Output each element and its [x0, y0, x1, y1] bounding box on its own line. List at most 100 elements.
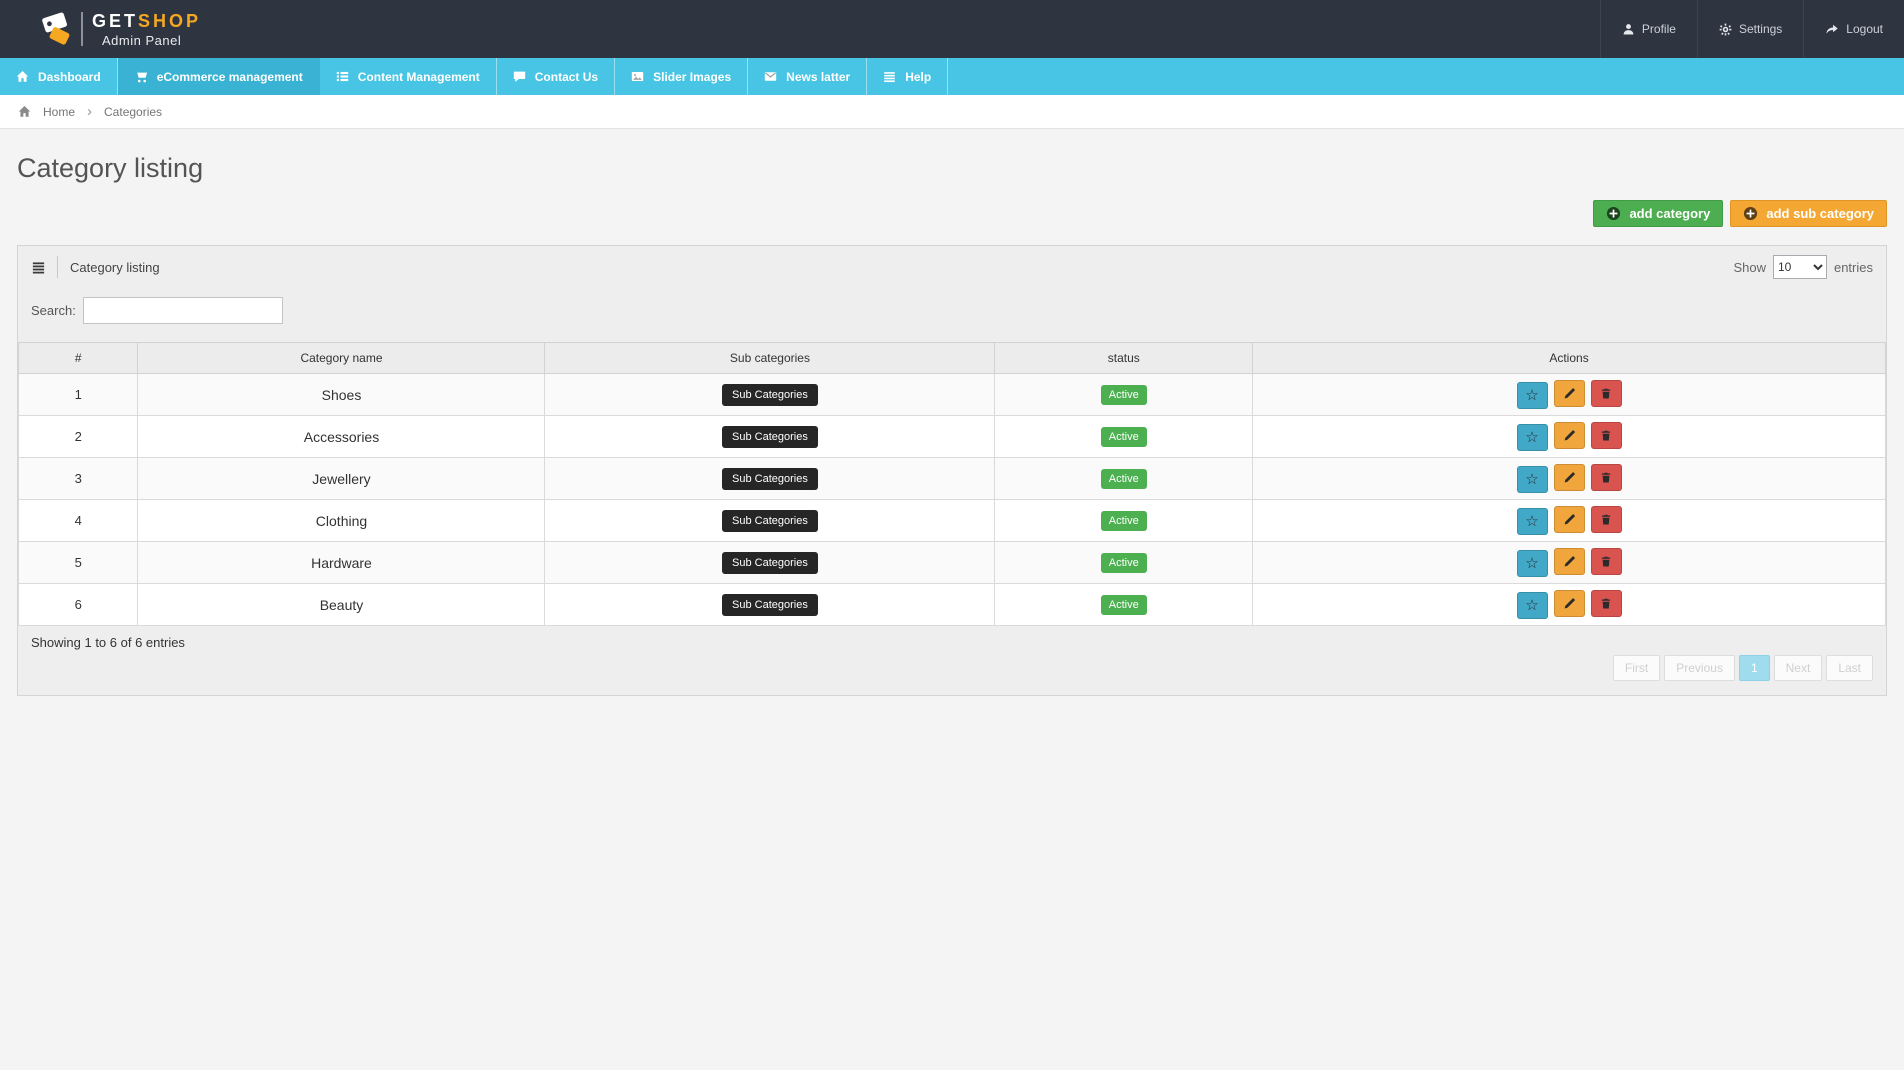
delete-button[interactable]	[1591, 590, 1622, 617]
star-icon: ☆	[1525, 472, 1538, 487]
trash-icon	[1600, 429, 1612, 442]
profile-button[interactable]: Profile	[1600, 0, 1697, 58]
add-sub-category-button[interactable]: add sub category	[1730, 200, 1887, 227]
star-button[interactable]: ☆	[1517, 424, 1548, 451]
category-name: Beauty	[138, 584, 545, 626]
price-tags-icon	[40, 10, 78, 48]
row-number: 6	[19, 584, 138, 626]
nav-item-ecommerce-management[interactable]: eCommerce management	[118, 58, 320, 95]
actions-cell: ☆	[1253, 374, 1886, 416]
logout-button[interactable]: Logout	[1803, 0, 1904, 58]
sub-categories-button[interactable]: Sub Categories	[722, 384, 818, 406]
edit-button[interactable]	[1554, 506, 1585, 533]
home-icon	[18, 105, 31, 118]
pagination-first: First	[1613, 655, 1660, 681]
pencil-icon	[1563, 429, 1576, 442]
delete-button[interactable]	[1591, 548, 1622, 575]
sub-categories-cell: Sub Categories	[545, 584, 995, 626]
sub-categories-button[interactable]: Sub Categories	[722, 468, 818, 490]
nav-item-dashboard[interactable]: Dashboard	[0, 58, 118, 95]
add-category-label: add category	[1629, 206, 1710, 221]
sub-categories-button[interactable]: Sub Categories	[722, 552, 818, 574]
chevron-right-icon: ›	[87, 103, 92, 120]
delete-button[interactable]	[1591, 380, 1622, 407]
settings-label: Settings	[1739, 22, 1782, 36]
edit-button[interactable]	[1554, 548, 1585, 575]
logo-subtitle: Admin Panel	[92, 33, 201, 48]
menu-bars-icon	[883, 70, 896, 83]
delete-button[interactable]	[1591, 422, 1622, 449]
pagination-1[interactable]: 1	[1739, 655, 1770, 681]
pencil-icon	[1563, 597, 1576, 610]
row-number: 4	[19, 500, 138, 542]
add-category-button[interactable]: add category	[1593, 200, 1723, 227]
sub-categories-button[interactable]: Sub Categories	[722, 426, 818, 448]
toolbar: add category add sub category	[17, 200, 1887, 227]
trash-icon	[1600, 597, 1612, 610]
app-header: GETSHOP Admin Panel Profile Settings Log…	[0, 0, 1904, 58]
nav-item-content-management[interactable]: Content Management	[320, 58, 497, 95]
pagination-previous: Previous	[1664, 655, 1735, 681]
star-button[interactable]: ☆	[1517, 382, 1548, 409]
sub-categories-button[interactable]: Sub Categories	[722, 594, 818, 616]
category-table-body: 1ShoesSub CategoriesActive☆2AccessoriesS…	[19, 374, 1886, 626]
sub-categories-cell: Sub Categories	[545, 458, 995, 500]
category-name: Clothing	[138, 500, 545, 542]
delete-button[interactable]	[1591, 464, 1622, 491]
nav-item-label: Dashboard	[38, 70, 101, 84]
status-cell: Active	[995, 500, 1253, 542]
status-badge: Active	[1101, 595, 1147, 615]
status-cell: Active	[995, 584, 1253, 626]
category-name: Hardware	[138, 542, 545, 584]
panel-title: Category listing	[70, 260, 160, 275]
nav-item-label: Contact Us	[535, 70, 598, 84]
cart-icon	[134, 70, 148, 84]
category-name: Accessories	[138, 416, 545, 458]
pagination: FirstPrevious1NextLast	[31, 655, 1873, 681]
breadcrumb-current: Categories	[104, 105, 162, 119]
status-cell: Active	[995, 374, 1253, 416]
settings-button[interactable]: Settings	[1697, 0, 1803, 58]
panel-heading: Category listing Show 10 entries	[18, 246, 1886, 287]
panel-footer: Showing 1 to 6 of 6 entries FirstPreviou…	[18, 626, 1886, 695]
star-button[interactable]: ☆	[1517, 550, 1548, 577]
edit-button[interactable]	[1554, 590, 1585, 617]
status-cell: Active	[995, 416, 1253, 458]
star-button[interactable]: ☆	[1517, 508, 1548, 535]
star-button[interactable]: ☆	[1517, 592, 1548, 619]
actions-cell: ☆	[1253, 416, 1886, 458]
search-input[interactable]	[83, 297, 283, 324]
table-row: 4Clothing Sub Categories Active ☆	[19, 500, 1886, 542]
entries-select[interactable]: 10	[1773, 255, 1827, 279]
logo-get: GET	[92, 11, 138, 31]
logo-divider	[81, 12, 83, 46]
category-listing-panel: Category listing Show 10 entries Search:…	[17, 245, 1887, 696]
breadcrumb-home[interactable]: Home	[43, 105, 75, 119]
row-number: 3	[19, 458, 138, 500]
collapse-panel-button[interactable]	[31, 256, 58, 278]
pencil-icon	[1563, 471, 1576, 484]
delete-button[interactable]	[1591, 506, 1622, 533]
star-icon: ☆	[1525, 430, 1538, 445]
sub-categories-button[interactable]: Sub Categories	[722, 510, 818, 532]
edit-button[interactable]	[1554, 422, 1585, 449]
logout-label: Logout	[1846, 22, 1883, 36]
nav-item-help[interactable]: Help	[867, 58, 948, 95]
status-badge: Active	[1101, 385, 1147, 405]
table-row: 3JewellerySub CategoriesActive☆	[19, 458, 1886, 500]
star-button[interactable]: ☆	[1517, 466, 1548, 493]
nav-item-news-latter[interactable]: News latter	[748, 58, 867, 95]
trash-icon	[1600, 513, 1612, 526]
edit-button[interactable]	[1554, 380, 1585, 407]
hamburger-icon	[31, 260, 46, 275]
edit-button[interactable]	[1554, 464, 1585, 491]
nav-item-contact-us[interactable]: Contact Us	[497, 58, 615, 95]
nav-item-label: Content Management	[358, 70, 480, 84]
envelope-icon	[764, 70, 777, 83]
star-icon: ☆	[1525, 514, 1538, 529]
nav-item-slider-images[interactable]: Slider Images	[615, 58, 748, 95]
column-header-category-name: Category name	[138, 343, 545, 374]
status-badge: Active	[1101, 469, 1147, 489]
column-header-number: #	[19, 343, 138, 374]
status-badge: Active	[1101, 511, 1147, 531]
